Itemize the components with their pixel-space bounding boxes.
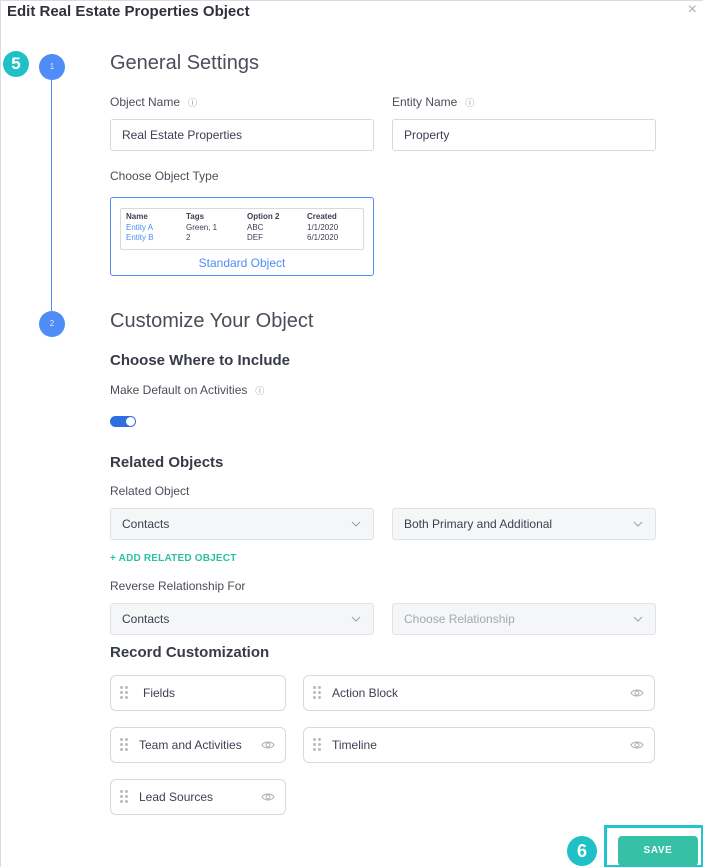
record-card-action-block[interactable]: Action Block xyxy=(303,675,655,711)
object-name-input[interactable]: Real Estate Properties xyxy=(110,119,374,151)
reverse-object-select[interactable]: Contacts xyxy=(110,603,374,635)
default-activities-label: Make Default on Activities ⓘ xyxy=(110,383,264,397)
preview-col-header: Created xyxy=(307,212,337,221)
preview-col-header: Tags xyxy=(186,212,205,221)
annotation-badge-6: 6 xyxy=(567,836,597,866)
object-type-preview-table: Name Tags Option 2 Created Entity A Gree… xyxy=(120,208,364,250)
record-card-timeline[interactable]: Timeline xyxy=(303,727,655,763)
standard-object-card[interactable]: Name Tags Option 2 Created Entity A Gree… xyxy=(110,197,374,276)
record-card-label: Timeline xyxy=(332,738,377,752)
eye-icon[interactable] xyxy=(261,739,275,751)
drag-handle-icon[interactable] xyxy=(313,686,321,700)
reverse-object-value: Contacts xyxy=(122,612,170,626)
eye-icon[interactable] xyxy=(630,739,644,751)
related-scope-select[interactable]: Both Primary and Additional xyxy=(392,508,656,540)
entity-name-label: Entity Name ⓘ xyxy=(392,95,474,109)
entity-name-input[interactable]: Property xyxy=(392,119,656,151)
step-indicator-1: 1 xyxy=(39,54,65,80)
info-icon[interactable]: ⓘ xyxy=(465,96,474,109)
preview-row: Entity A Green, 1 ABC 1/1/2020 xyxy=(126,222,357,232)
eye-icon[interactable] xyxy=(630,687,644,699)
related-scope-value: Both Primary and Additional xyxy=(404,517,553,531)
preview-cell: Entity A xyxy=(126,222,154,232)
object-name-label-text: Object Name xyxy=(110,95,181,109)
reverse-relationship-select[interactable]: Choose Relationship xyxy=(392,603,656,635)
standard-object-caption: Standard Object xyxy=(198,256,286,270)
preview-cell: ABC xyxy=(247,222,264,232)
chevron-down-icon xyxy=(351,521,361,527)
default-activities-label-text: Make Default on Activities xyxy=(110,383,248,397)
add-related-object-link[interactable]: + ADD RELATED OBJECT xyxy=(110,553,237,564)
preview-cell: DEF xyxy=(247,232,263,242)
preview-col-header: Name xyxy=(126,212,148,221)
annotation-badge-5: 5 xyxy=(3,51,29,77)
drag-handle-icon[interactable] xyxy=(120,738,128,752)
reverse-relationship-label: Reverse Relationship For xyxy=(110,579,246,593)
chevron-down-icon xyxy=(633,521,643,527)
chevron-down-icon xyxy=(633,616,643,622)
object-type-label: Choose Object Type xyxy=(110,169,219,183)
save-button[interactable]: SAVE xyxy=(618,836,698,866)
drag-handle-icon[interactable] xyxy=(120,790,128,804)
preview-cell: Entity B xyxy=(126,232,154,242)
record-card-team-activities[interactable]: Team and Activities xyxy=(110,727,286,763)
preview-cell: Green, 1 xyxy=(186,222,218,232)
drag-handle-icon[interactable] xyxy=(120,686,128,700)
record-card-lead-sources[interactable]: Lead Sources xyxy=(110,779,286,815)
reverse-relationship-placeholder: Choose Relationship xyxy=(404,612,515,626)
record-card-label: Action Block xyxy=(332,686,399,700)
related-object-select[interactable]: Contacts xyxy=(110,508,374,540)
related-objects-heading: Related Objects xyxy=(110,454,224,471)
step-indicator-2: 2 xyxy=(39,311,65,337)
preview-cell: 1/1/2020 xyxy=(307,222,339,232)
record-customization-heading: Record Customization xyxy=(110,644,270,661)
eye-icon[interactable] xyxy=(261,791,275,803)
preview-col-header: Option 2 xyxy=(247,212,280,221)
preview-cell: 6/1/2020 xyxy=(307,232,339,242)
include-heading: Choose Where to Include xyxy=(110,352,291,369)
drag-handle-icon[interactable] xyxy=(313,738,321,752)
info-icon[interactable]: ⓘ xyxy=(188,96,197,109)
preview-cell: 2 xyxy=(186,232,191,242)
preview-header-row: Name Tags Option 2 Created xyxy=(126,211,357,222)
info-icon[interactable]: ⓘ xyxy=(255,384,264,397)
modal-title: Edit Real Estate Properties Object xyxy=(7,3,250,20)
record-card-fields[interactable]: Fields xyxy=(110,675,286,711)
record-card-label: Lead Sources xyxy=(139,790,214,804)
related-object-label: Related Object xyxy=(110,484,190,498)
step-connector xyxy=(51,80,52,311)
default-activities-toggle[interactable] xyxy=(110,416,136,427)
object-name-label: Object Name ⓘ xyxy=(110,95,197,109)
toggle-knob xyxy=(126,417,135,426)
entity-name-label-text: Entity Name xyxy=(392,95,458,109)
edit-object-modal: Edit Real Estate Properties Object × 5 1… xyxy=(0,0,703,867)
chevron-down-icon xyxy=(351,616,361,622)
close-icon[interactable]: × xyxy=(688,2,697,18)
preview-row: Entity B 2 DEF 6/1/2020 xyxy=(126,232,357,242)
related-object-value: Contacts xyxy=(122,517,170,531)
customize-object-title: Customize Your Object xyxy=(110,310,314,332)
general-settings-title: General Settings xyxy=(110,52,259,74)
record-card-label: Team and Activities xyxy=(139,738,242,752)
record-card-label: Fields xyxy=(143,686,176,700)
